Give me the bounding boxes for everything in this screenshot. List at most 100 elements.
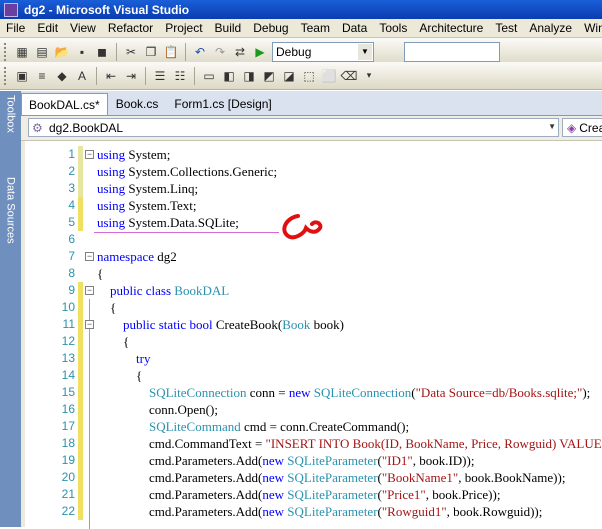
code-token: { (97, 368, 143, 383)
prev-bookmark-icon[interactable]: ◧ (220, 67, 238, 85)
menu-view[interactable]: View (64, 21, 102, 35)
change-marker (78, 197, 83, 214)
code-text: cmd.Parameters.Add(new SQLiteParameter("… (97, 469, 565, 486)
redo-icon[interactable]: ↷ (211, 43, 229, 61)
code-line[interactable]: 18 cmd.CommandText = "INSERT INTO Book(I… (25, 435, 602, 452)
new-project-icon[interactable]: ▦ (13, 43, 31, 61)
code-line[interactable]: 13 try (25, 350, 602, 367)
code-line[interactable]: 10 { (25, 299, 602, 316)
uncomment-icon[interactable]: ☷ (171, 67, 189, 85)
member-selector[interactable]: ◈ Crea (562, 118, 602, 137)
indent-icon[interactable]: ⇥ (122, 67, 140, 85)
change-marker (78, 418, 83, 435)
annotation-scribble (282, 214, 323, 240)
save-all-icon[interactable]: ◼ (93, 43, 111, 61)
code-line[interactable]: 16 conn.Open(); (25, 401, 602, 418)
line-number: 8 (68, 266, 75, 280)
toolbar-separator (194, 66, 195, 85)
bookmark-icon[interactable]: ▭ (200, 67, 218, 85)
clear-bookmarks-icon[interactable]: ⌫ (340, 67, 358, 85)
tab-form1-cs-design[interactable]: Form1.cs [Design] (166, 93, 279, 115)
code-line[interactable]: 12 { (25, 333, 602, 350)
chevron-down-icon[interactable]: ▼ (358, 43, 372, 60)
cut-icon[interactable]: ✂ (122, 43, 140, 61)
menu-project[interactable]: Project (159, 21, 208, 35)
chevron-down-icon[interactable]: ▼ (548, 122, 556, 131)
code-line[interactable]: 1 − using System; (25, 146, 602, 163)
type-token: BookDAL (174, 283, 230, 298)
code-line[interactable]: 17 SQLiteCommand cmd = conn.CreateComman… (25, 418, 602, 435)
comment-icon[interactable]: ☰ (151, 67, 169, 85)
annotation-underline (94, 232, 279, 233)
prev-bookmark-folder-icon[interactable]: ◩ (260, 67, 278, 85)
navigate-icon[interactable]: ⇄ (231, 43, 249, 61)
change-marker (78, 299, 83, 316)
menu-build[interactable]: Build (209, 21, 248, 35)
code-token: conn = (246, 385, 289, 400)
add-item-icon[interactable]: ▤ (33, 43, 51, 61)
code-line[interactable]: 2 using System.Collections.Generic; (25, 163, 602, 180)
undo-icon[interactable]: ↶ (191, 43, 209, 61)
quick-info-icon[interactable]: ◆ (53, 67, 71, 85)
next-bookmark-doc-icon[interactable]: ⬜ (320, 67, 338, 85)
type-selector[interactable]: ⚙ dg2.BookDAL ▼ (28, 118, 559, 137)
code-line[interactable]: 11 − public static bool CreateBook(Book b… (25, 316, 602, 333)
copy-icon[interactable]: ❐ (142, 43, 160, 61)
find-input[interactable] (404, 41, 500, 62)
keyword-token: namespace (97, 249, 155, 264)
tab-book-cs[interactable]: Book.cs (108, 93, 167, 115)
menu-architecture[interactable]: Architecture (413, 21, 489, 35)
menu-edit[interactable]: Edit (31, 21, 64, 35)
line-number: 19 (61, 453, 75, 467)
tab-bookdal-cs[interactable]: BookDAL.cs* (21, 93, 108, 115)
menu-debug[interactable]: Debug (247, 21, 294, 35)
menu-test[interactable]: Test (489, 21, 523, 35)
code-line[interactable]: 22 cmd.Parameters.Add(new SQLiteParamete… (25, 503, 602, 520)
next-bookmark-folder-icon[interactable]: ◪ (280, 67, 298, 85)
code-line[interactable]: 8{ (25, 265, 602, 282)
menu-window[interactable]: Window (578, 21, 602, 35)
paste-icon[interactable]: 📋 (162, 43, 180, 61)
outdent-icon[interactable]: ⇤ (102, 67, 120, 85)
code-line[interactable]: 15 SQLiteConnection conn = new SQLiteCon… (25, 384, 602, 401)
start-debugging-icon[interactable]: ▶ (251, 43, 269, 61)
code-line[interactable]: 9 − public class BookDAL (25, 282, 602, 299)
configuration-value: Debug (276, 44, 312, 59)
save-icon[interactable]: ▪ (73, 43, 91, 61)
prev-bookmark-doc-icon[interactable]: ⬚ (300, 67, 318, 85)
menu-tools[interactable]: Tools (373, 21, 413, 35)
code-line[interactable]: 21 cmd.Parameters.Add(new SQLiteParamete… (25, 486, 602, 503)
open-icon[interactable]: 📂 (53, 43, 71, 61)
next-bookmark-icon[interactable]: ◨ (240, 67, 258, 85)
collapse-toggle-icon[interactable]: − (85, 150, 94, 159)
collapse-toggle-icon[interactable]: − (85, 252, 94, 261)
word-complete-icon[interactable]: A (73, 67, 91, 85)
menu-file[interactable]: File (0, 21, 31, 35)
data-sources-label: Data Sources (4, 177, 17, 244)
toolbar-grip[interactable] (4, 42, 7, 61)
code-editor[interactable]: 1− using System; 2 using System.Collections… (21, 141, 602, 529)
code-line[interactable]: 7 − namespace dg2 (25, 248, 602, 265)
code-line[interactable]: 3 using System.Linq; (25, 180, 602, 197)
toolbar-grip[interactable] (4, 66, 7, 85)
toolbox-tab[interactable]: Toolbox (2, 95, 19, 167)
menu-analyze[interactable]: Analyze (523, 21, 578, 35)
change-marker (78, 486, 83, 503)
toolbar-options-icon[interactable]: ▾ (360, 67, 378, 85)
code-line[interactable]: 20 cmd.Parameters.Add(new SQLiteParamete… (25, 469, 602, 486)
code-line[interactable]: 14 { (25, 367, 602, 384)
keyword-token: public (123, 317, 156, 332)
menu-data[interactable]: Data (336, 21, 373, 35)
menu-refactor[interactable]: Refactor (102, 21, 159, 35)
menu-team[interactable]: Team (295, 21, 336, 35)
collapse-toggle-icon[interactable]: − (85, 286, 94, 295)
data-sources-tab[interactable]: Data Sources (2, 177, 19, 267)
collapse-toggle-icon[interactable]: − (85, 320, 94, 329)
configuration-select[interactable]: Debug ▼ (272, 41, 374, 62)
code-line[interactable]: 19 cmd.Parameters.Add(new SQLiteParamete… (25, 452, 602, 469)
member-list-icon[interactable]: ≡ (33, 67, 51, 85)
line-number: 13 (61, 351, 75, 365)
object-browser-icon[interactable]: ▣ (13, 67, 31, 85)
